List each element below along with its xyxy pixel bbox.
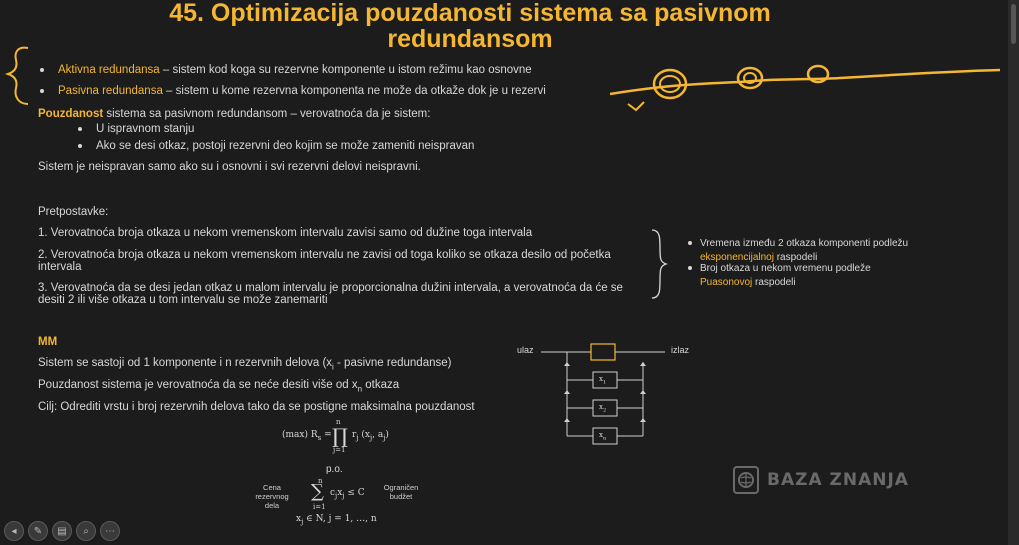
sum-bottom: i=1 (313, 503, 326, 511)
brain-logo-icon (733, 466, 759, 494)
mm-line-1: Sistem se sastoji od 1 komponente i n re… (38, 357, 451, 373)
side-note-1: Vremena između 2 otkaza komponenti podle… (688, 238, 908, 249)
diagram-out-label: izlaz (671, 345, 690, 355)
box2-sub: 2 (602, 407, 607, 414)
side-note-1-text: Vremena između 2 otkaza komponenti podle… (700, 238, 909, 249)
budget-label: Ograničen budžet (383, 483, 419, 501)
prev-icon[interactable]: ◂ (4, 521, 24, 541)
side-note-2: Broj otkaza u nekom vremenu podleže (688, 263, 871, 274)
slide-title: 45. Optimizacija pouzdanosti sistema sa … (60, 0, 880, 52)
logo-text: BAZA ZNANJA (767, 470, 909, 490)
title-line-2: redundansom (387, 25, 553, 53)
side-note-2-highlight: Puasonovoj (700, 277, 753, 288)
side-note-1-highlight: eksponencijalnoj (700, 252, 774, 263)
assumption-3-cont: desiti 2 ili više otkaza u tom intervalu… (38, 294, 328, 306)
objective-formula: (max) Rs = (282, 430, 332, 442)
handwritten-brace-icon (4, 46, 29, 105)
cost-label: Cena rezervnog dela (255, 483, 289, 510)
formula-close: ) (385, 430, 389, 440)
reliability-definition: Pouzdanost sistema sa pasivnom redundans… (38, 108, 430, 121)
redundancy-diagram: ulaz izlaz x1 x2 xn (515, 338, 705, 453)
title-line-1: 45. Optimizacija pouzdanosti sistema sa … (169, 0, 771, 27)
slides-icon[interactable]: ▤ (52, 521, 72, 541)
faulty-line: Sistem je neispravan samo ako su i osnov… (38, 161, 421, 173)
mm-line-1-text: Sistem se sastoji od 1 komponente i n re… (38, 357, 333, 369)
reliability-item-1: U ispravnom stanju (78, 123, 194, 135)
def-passive: – sistem u kome rezervna komponenta ne m… (162, 85, 546, 97)
diagram-box-2: x2 (599, 403, 606, 413)
formula-args: (x (358, 430, 370, 440)
mm-line-2: Pouzdanost sistema je verovatnoća da se … (38, 379, 399, 395)
slide: 45. Optimizacija pouzdanosti sistema sa … (0, 0, 1008, 545)
formula-eq: = (321, 430, 332, 440)
zoom-icon[interactable]: ⌕ (76, 521, 96, 541)
scrollbar[interactable] (1008, 0, 1019, 545)
mm-line-2-tail: otkaza (362, 379, 400, 391)
assumption-2-cont: intervala (38, 261, 82, 273)
logo: BAZA ZNANJA (733, 466, 909, 494)
assumptions-heading: Pretpostavke: (38, 206, 109, 218)
po-label: p.o. (326, 464, 343, 475)
scrollbar-thumb[interactable] (1011, 4, 1016, 44)
term-active: Aktivna redundansa (58, 64, 160, 76)
mm-line-3: Cilj: Odrediti vrstu i broj rezervnih de… (38, 401, 475, 413)
reliability-term: Pouzdanost (38, 108, 104, 120)
domain-rest: ∈ N, j = 1, …, n (303, 514, 377, 524)
side-note-2-text: Broj otkaza u nekom vremenu podleže (700, 263, 871, 274)
handwritten-scribble-icon (609, 64, 1001, 112)
diagram-box-3: xn (599, 431, 606, 441)
formula-body: rj (xj, aj) (352, 430, 389, 442)
prod-bottom: j=1 (333, 446, 346, 454)
assumption-2: 2. Verovatnoća broja otkaza u nekom vrem… (38, 249, 611, 261)
box3-sub: n (602, 435, 607, 442)
formula-max: (max) R (282, 430, 318, 440)
reliability-item-2: Ako se desi otkaz, postoji rezervni deo … (78, 140, 474, 152)
box1-sub: 1 (602, 379, 607, 386)
diagram-in-label: ulaz (517, 345, 534, 355)
prod-symbol: ∏ (332, 424, 348, 448)
bullet-passive-redundancy: Pasivna redundansa – sistem u kome rezer… (40, 85, 546, 97)
def-active: – sistem kod koga su rezervne komponente… (159, 64, 532, 76)
mm-line-2-text: Pouzdanost sistema je verovatnoća da se … (38, 379, 358, 391)
side-note-1-tail: raspodeli (773, 252, 818, 263)
sum-symbol: ∑ (311, 481, 324, 502)
reliability-item-2-text: Ako se desi otkaz, postoji rezervni deo … (96, 140, 475, 152)
presentation-toolbar: ◂ ✎ ▤ ⌕ ⋯ (4, 521, 120, 541)
term-passive: Pasivna redundansa (58, 85, 163, 97)
pen-icon[interactable]: ✎ (28, 521, 48, 541)
right-brace-icon (651, 229, 668, 299)
side-note-2-tail: raspodeli (752, 277, 796, 288)
mm-line-1-tail: - pasivne redundanse) (333, 357, 452, 369)
constraint-body: cjxj ≤ C (330, 488, 365, 500)
constraint-rel: ≤ C (344, 488, 365, 498)
reliability-item-1-text: U ispravnom stanju (96, 123, 195, 135)
formula-args2: , a (372, 430, 384, 440)
more-icon[interactable]: ⋯ (100, 521, 120, 541)
bullet-active-redundancy: Aktivna redundansa – sistem kod koga su … (40, 64, 532, 76)
domain-line: xj ∈ N, j = 1, …, n (296, 514, 377, 526)
side-note-2b: Puasonovoj raspodeli (700, 276, 796, 289)
reliability-rest: sistema sa pasivnom redundansom – verova… (103, 108, 431, 120)
diagram-box-1: x1 (599, 375, 606, 385)
mm-heading: MM (38, 336, 58, 348)
assumption-1: 1. Verovatnoća broja otkaza u nekom vrem… (38, 227, 533, 239)
